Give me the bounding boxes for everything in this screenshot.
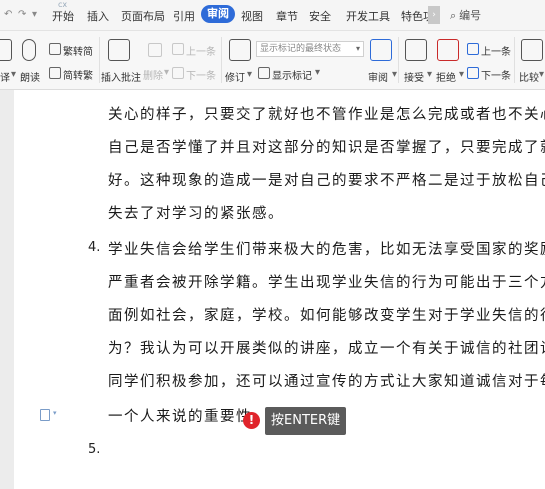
search-box[interactable]: ⌕ 编号	[450, 7, 481, 23]
text-line: 为？我认为可以开展类似的讲座，成立一个有关于诚信的社团让	[108, 341, 545, 357]
prev-change-button[interactable]: 上一条	[481, 43, 511, 58]
review-ribbon: 译 ▾ 朗读 繁转简 简转繁 插入批注 删除 ▾ 上一条 下一条 修订 ▾ 显示…	[0, 31, 545, 90]
tab-insert[interactable]: 插入	[87, 8, 109, 24]
menu-bar: cx ↶ ↷ ▾ 开始 插入 页面布局 引用 审阅 视图 章节 安全 开发工具 …	[0, 0, 545, 31]
text-line: 严重者会被开除学籍。学生出现学业失信的行为可能出于三个方	[108, 275, 545, 291]
tab-page-layout[interactable]: 页面布局	[121, 8, 165, 24]
show-markup-icon	[258, 67, 270, 79]
compare-dropdown-icon[interactable]: ▾	[539, 69, 544, 80]
text-line: 同学们积极参加，还可以通过宣传的方式让大家知道诚信对于每	[108, 374, 545, 390]
translate-dropdown-icon[interactable]: ▾	[11, 69, 16, 80]
next-change-icon	[467, 67, 479, 79]
tab-chapter[interactable]: 章节	[276, 8, 298, 24]
text-line: 学业失信会给学生们带来极大的危害，比如无法享受国家的奖励，	[108, 242, 545, 258]
translate-label[interactable]: 译	[0, 69, 10, 84]
reject-change-button[interactable]: 拒绝	[436, 69, 456, 84]
next-change-button[interactable]: 下一条	[481, 67, 511, 82]
keypress-tooltip: 按ENTER键	[265, 407, 347, 435]
search-icon: ⌕	[450, 9, 457, 22]
insert-comment-icon[interactable]	[108, 39, 130, 61]
more-tabs-chevron-icon[interactable]: ›	[428, 6, 440, 24]
show-markup-button[interactable]: 显示标记	[272, 67, 312, 82]
review-pane-icon[interactable]	[370, 39, 392, 61]
review-pane-dropdown-icon[interactable]: ▾	[392, 69, 397, 80]
chevron-down-icon: ▾	[355, 44, 360, 53]
text-line: 好。这种现象的造成一是对自己的要求不严格二是过于放松自己	[108, 173, 545, 189]
prev-comment-icon	[172, 43, 184, 55]
paragraph-handle-dropdown-icon[interactable]: ▾	[53, 409, 57, 417]
track-changes-button[interactable]: 修订	[225, 69, 245, 84]
text-line: 失去了对学习的紧张感。	[108, 206, 284, 222]
translate-icon[interactable]	[0, 39, 12, 61]
review-pane-button[interactable]: 审阅	[368, 69, 388, 84]
markup-state-value: 显示标记的最终状态	[260, 44, 342, 54]
text-line: 关心的样子，只要交了就好也不管作业是怎么完成或者也不关心	[108, 107, 545, 123]
track-changes-icon[interactable]	[229, 39, 251, 61]
compare-button[interactable]: 比较	[519, 69, 539, 84]
track-changes-dropdown-icon[interactable]: ▾	[247, 69, 252, 80]
undo-icon[interactable]: ↶	[4, 9, 12, 20]
read-aloud-microphone-icon[interactable]	[22, 39, 36, 61]
trad-to-simp-icon	[49, 43, 61, 55]
delete-comment-icon	[148, 43, 162, 57]
markup-state-select[interactable]: 显示标记的最终状态 ▾	[256, 41, 364, 57]
prev-comment-button[interactable]: 上一条	[186, 43, 216, 58]
ribbon-separator	[99, 37, 100, 83]
simp-to-trad-button[interactable]: 简转繁	[63, 67, 93, 82]
tab-security[interactable]: 安全	[309, 8, 331, 24]
next-comment-button[interactable]: 下一条	[186, 67, 216, 82]
delete-dropdown-icon[interactable]: ▾	[164, 67, 169, 78]
accept-change-button[interactable]: 接受	[404, 69, 424, 84]
quick-access-dropdown-icon[interactable]: ▾	[32, 9, 37, 20]
tab-review[interactable]: 审阅	[201, 5, 235, 23]
reject-dropdown-icon[interactable]: ▾	[459, 69, 464, 80]
ribbon-separator	[398, 37, 399, 83]
tab-developer[interactable]: 开发工具	[346, 8, 390, 24]
accept-dropdown-icon[interactable]: ▾	[427, 69, 432, 80]
alert-icon: !	[243, 412, 260, 429]
paragraph-handle-icon[interactable]	[40, 409, 50, 421]
tab-references[interactable]: 引用	[173, 8, 195, 24]
tab-home[interactable]: 开始	[52, 8, 74, 24]
list-number-4: 4.	[88, 240, 101, 255]
redo-icon[interactable]: ↷	[18, 9, 26, 20]
simp-to-trad-icon	[49, 67, 61, 79]
next-comment-icon	[172, 67, 184, 79]
insert-comment-button[interactable]: 插入批注	[101, 69, 141, 84]
search-label: 编号	[459, 9, 482, 22]
accept-change-icon[interactable]	[405, 39, 427, 61]
read-aloud-button[interactable]: 朗读	[20, 69, 40, 84]
ribbon-separator	[221, 37, 222, 83]
list-number-5[interactable]: 5.	[88, 442, 100, 457]
reject-change-icon[interactable]	[437, 39, 459, 61]
show-markup-dropdown-icon[interactable]: ▾	[315, 67, 320, 78]
text-line: 面例如社会，家庭，学校。如何能够改变学生对于学业失信的行	[108, 308, 545, 324]
trad-to-simp-button[interactable]: 繁转简	[63, 43, 93, 58]
compare-icon[interactable]	[521, 39, 543, 61]
ribbon-separator	[514, 37, 515, 83]
prev-change-icon	[467, 43, 479, 55]
delete-comment-button[interactable]: 删除	[143, 67, 163, 82]
text-line: 自己是否学懂了并且对这部分的知识是否掌握了，只要完成了就	[108, 140, 545, 156]
tab-view[interactable]: 视图	[241, 8, 263, 24]
